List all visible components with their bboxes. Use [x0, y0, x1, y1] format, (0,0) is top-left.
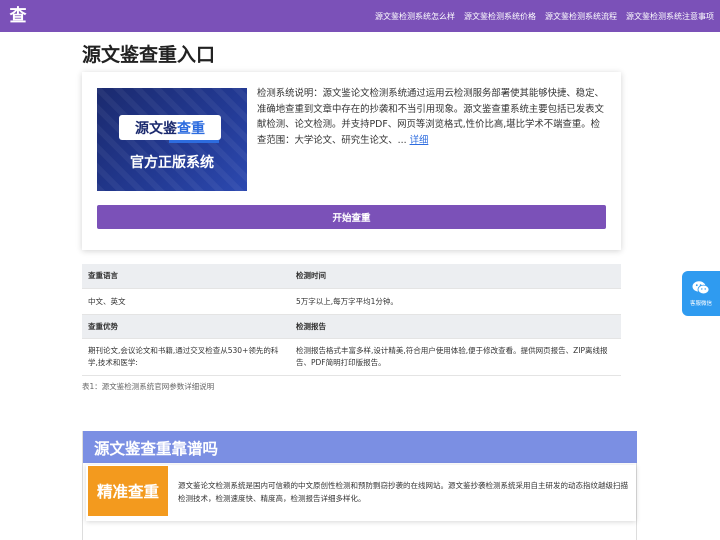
- parameter-table: 查重语言 检测时间 中文、英文 5万字以上,每万字平均1分钟。 查重优势 检测报…: [82, 264, 621, 376]
- banner-brand-pill: 源文鉴 查重: [119, 115, 221, 143]
- table-cell: 5万字以上,每万字平均1分钟。: [290, 288, 621, 315]
- more-details-link[interactable]: 详细: [410, 135, 429, 146]
- product-banner-image[interactable]: 源文鉴 查重 官方正版系统: [97, 88, 247, 191]
- system-description: 检测系统说明：源文鉴论文检测系统通过运用云检测服务部署使其能够快捷、稳定、准确地…: [257, 86, 607, 148]
- feature-tag: 精准查重: [88, 466, 168, 516]
- banner-subtitle: 官方正版系统: [130, 155, 214, 171]
- customer-service-button[interactable]: 客服微信: [682, 271, 720, 316]
- intro-card: 源文鉴 查重 官方正版系统 检测系统说明：源文鉴论文检测系统通过运用云检测服务部署…: [82, 72, 621, 250]
- customer-service-label: 客服微信: [689, 301, 712, 307]
- feature-card: 精准查重 源文鉴论文检测系统是国内可信赖的中文原创性检测和预防剽窃抄袭的在线网站…: [86, 465, 636, 521]
- table-cell: 中文、英文: [82, 288, 290, 315]
- banner-underline: [169, 140, 219, 143]
- table-caption: 表1：源文鉴检测系统官网参数详细说明: [82, 382, 215, 391]
- table-cell: 检测报告格式丰富多样,设计精美,符合用户使用体验,便于修改查看。提供网页报告、Z…: [290, 338, 621, 376]
- start-check-button[interactable]: 开始查重: [97, 205, 606, 229]
- table-row: 中文、英文 5万字以上,每万字平均1分钟。: [82, 288, 621, 315]
- table-header-cell: 检测时间: [290, 264, 621, 289]
- wechat-icon: [692, 281, 710, 295]
- table-header-row: 查重优势 检测报告: [82, 314, 621, 339]
- site-logo[interactable]: 查: [8, 5, 28, 27]
- nav-link-review[interactable]: 源文鉴检测系统怎么样: [375, 11, 455, 22]
- system-description-text: 检测系统说明：源文鉴论文检测系统通过运用云检测服务部署使其能够快捷、稳定、准确地…: [257, 88, 604, 146]
- main-nav: 源文鉴检测系统怎么样 源文鉴检测系统价格 源文鉴检测系统流程 源文鉴检测系统注意…: [366, 0, 714, 32]
- table-row: 期刊论文,会议论文和书籍,通过交叉检查从530+领先的科学,技术和医学: 检测报…: [82, 338, 621, 376]
- section-header: 源文鉴查重靠谱吗: [83, 431, 637, 463]
- banner-brand-highlight: 查重: [177, 120, 205, 137]
- table-header-cell: 检测报告: [290, 314, 621, 339]
- banner-brand-text: 源文鉴: [135, 120, 177, 137]
- reliability-section: 源文鉴查重靠谱吗 精准查重 源文鉴论文检测系统是国内可信赖的中文原创性检测和预防…: [82, 431, 637, 540]
- nav-link-process[interactable]: 源文鉴检测系统流程: [545, 11, 617, 22]
- table-header-cell: 查重优势: [82, 314, 290, 339]
- nav-link-price[interactable]: 源文鉴检测系统价格: [464, 11, 536, 22]
- top-navigation-bar: 查 源文鉴检测系统怎么样 源文鉴检测系统价格 源文鉴检测系统流程 源文鉴检测系统…: [0, 0, 720, 32]
- feature-description: 源文鉴论文检测系统是国内可信赖的中文原创性检测和预防剽窃抄袭的在线网站。源文鉴抄…: [178, 481, 628, 503]
- table-header-row: 查重语言 检测时间: [82, 264, 621, 289]
- table-header-cell: 查重语言: [82, 264, 290, 289]
- table-cell: 期刊论文,会议论文和书籍,通过交叉检查从530+领先的科学,技术和医学:: [82, 338, 290, 376]
- section-title: 源文鉴查重靠谱吗: [94, 440, 219, 458]
- nav-link-notes[interactable]: 源文鉴检测系统注意事项: [626, 11, 714, 22]
- page-title: 源文鉴查重入口: [82, 44, 216, 66]
